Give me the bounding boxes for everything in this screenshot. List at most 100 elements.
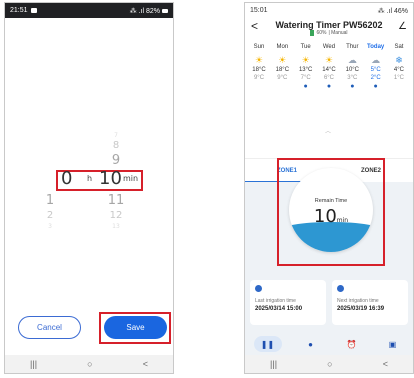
forecast-low: 1°C [393, 75, 404, 81]
minute-wheel[interactable]: 7 8 9 [101, 133, 131, 171]
forecast-day-name: Today [367, 44, 385, 50]
left-phone-screen: 21:51 ⁂ .ıl 82% 1 2 3 7 8 9 11 12 13 0 h… [4, 2, 174, 374]
home-button[interactable]: ○ [87, 359, 92, 369]
rain-drop-icon: ● [350, 83, 355, 90]
minute-wheel-lower[interactable]: 11 12 13 [101, 194, 131, 232]
last-irrigation-value: 2025/03/14 15:00 [255, 306, 303, 312]
hour-option[interactable] [35, 107, 65, 115]
action-bar: ❚❚ ● ⏰ ▣ [245, 332, 413, 356]
save-button[interactable]: Save [104, 316, 167, 339]
recent-apps-button[interactable]: ||| [270, 359, 277, 369]
no-rain [388, 83, 410, 92]
forecast-day-name: Tue [300, 44, 311, 50]
hour-option[interactable]: 1 [35, 194, 65, 211]
hour-wheel-lower[interactable]: 1 2 3 [35, 194, 65, 232]
back-button[interactable]: < [143, 359, 148, 369]
forecast-high: 5°C [370, 67, 381, 73]
sun-icon: ☀ [278, 55, 287, 65]
selected-duration-row: 0 h 10 min [57, 168, 143, 192]
irrigation-cards: Last irrigation time 2025/03/14 15:00 Ne… [250, 280, 408, 325]
forecast-day-name: Sat [394, 44, 404, 50]
minutes-unit-label: min [123, 174, 139, 183]
sun-icon: ☀ [254, 55, 264, 65]
forecast-low: 2°C [370, 75, 381, 81]
selected-minutes[interactable]: 10 [99, 168, 122, 189]
header-weather-panel: < Watering Timer PW56202 60% | Manual ∠ … [245, 18, 413, 158]
schedule-button[interactable]: ▣ [381, 336, 405, 352]
sun-icon: ☀ [324, 55, 334, 65]
forecast-low: 6°C [323, 75, 335, 81]
selected-hours[interactable]: 0 [61, 168, 72, 189]
pause-button[interactable]: ❚❚ [253, 336, 282, 352]
forecast-day: Wed ☀ 14°C 6°C ● [318, 44, 340, 92]
status-bar: 15:01 ⁂ .ıl 46% [245, 3, 413, 18]
remain-time-label: Remain Time [314, 198, 348, 204]
no-rain [248, 83, 270, 92]
last-irrigation-label: Last irrigation time [255, 298, 296, 304]
forecast-day-name: Wed [322, 44, 336, 50]
weather-forecast: Sun ☀ 18°C 9°C Mon ☀ 18°C 9°C Tue ☀ 13°C 7°C ● Wed ☀ 14… [245, 44, 413, 92]
mode-label: | Manual [328, 30, 348, 36]
battery-percent: 60% [316, 30, 327, 36]
remain-time-unit: min [336, 217, 349, 224]
system-nav-bar: ||| ○ < [5, 355, 173, 373]
rain-drop-icon: ● [326, 83, 332, 90]
rain-drop-icon: ● [303, 83, 308, 90]
system-nav-bar: ||| ○ < [245, 355, 413, 373]
chevron-up-icon[interactable]: ︿ [325, 126, 331, 135]
back-arrow-icon[interactable]: < [251, 19, 258, 33]
hour-option[interactable] [35, 115, 65, 128]
forecast-day: Mon ☀ 18°C 9°C [271, 44, 293, 92]
pause-icon: ❚❚ [260, 339, 275, 349]
status-bar: 21:51 ⁂ .ıl 82% [5, 3, 173, 18]
cloud-rain-icon: ☁ [371, 55, 381, 65]
remain-time-value: 10min [289, 206, 373, 227]
snowflake-icon: ❄ [395, 55, 403, 65]
edit-icon[interactable]: ∠ [398, 21, 407, 32]
status-indicators: ⁂ .ıl 46% [377, 7, 408, 15]
right-phone-screen: 15:01 ⁂ .ıl 46% < Watering Timer PW56202… [244, 2, 414, 374]
forecast-day: Thur ☁ 10°C 3°C ● [341, 44, 363, 92]
water-drop-icon: ● [308, 339, 313, 349]
remain-time-gauge: Remain Time 10min [289, 168, 373, 252]
status-indicators: ⁂ .ıl 82% [129, 7, 160, 15]
forecast-low: 9°C [277, 75, 288, 81]
minute-option[interactable]: 11 [101, 194, 131, 211]
forecast-day: Today ☁ 5°C 2°C ● [365, 44, 387, 92]
app-header: < Watering Timer PW56202 60% | Manual ∠ [245, 18, 413, 40]
hour-wheel[interactable] [35, 107, 65, 145]
water-drop-icon [337, 285, 344, 292]
hour-option[interactable]: 3 [35, 224, 65, 232]
forecast-low: 9°C [253, 75, 265, 81]
no-rain [271, 83, 293, 92]
forecast-high: 18°C [275, 67, 290, 73]
home-button[interactable]: ○ [327, 359, 332, 369]
forecast-low: 7°C [300, 75, 311, 81]
device-title: Watering Timer PW56202 [275, 20, 383, 30]
alarm-clock-icon: ⏰ [346, 339, 357, 349]
minute-option[interactable]: 13 [101, 224, 131, 232]
forecast-low: 3°C [347, 75, 358, 81]
forecast-day: Sun ☀ 18°C 9°C [248, 44, 270, 92]
forecast-high: 13°C [298, 67, 313, 73]
last-irrigation-card: Last irrigation time 2025/03/14 15:00 [250, 280, 326, 325]
forecast-day-name: Thur [346, 44, 359, 50]
next-irrigation-card: Next irrigation time 2025/03/19 16:39 [332, 280, 408, 325]
cancel-button[interactable]: Cancel [18, 316, 81, 339]
device-status: 60% | Manual [245, 30, 413, 36]
forecast-day: Sat ❄ 4°C 1°C [388, 44, 410, 92]
battery-icon [162, 8, 168, 13]
timer-button[interactable]: ⏰ [340, 336, 364, 352]
forecast-high: 10°C [345, 67, 360, 73]
battery-icon [310, 30, 315, 36]
recent-apps-button[interactable]: ||| [30, 359, 37, 369]
water-button[interactable]: ● [299, 336, 323, 352]
hour-option[interactable] [35, 128, 65, 145]
water-drop-icon [255, 285, 262, 292]
forecast-day-name: Sun [253, 44, 265, 50]
hours-unit-label: h [87, 174, 93, 183]
status-time: 15:01 [250, 7, 268, 14]
status-time: 21:51 [10, 7, 28, 14]
calendar-icon: ▣ [388, 339, 397, 349]
back-button[interactable]: < [383, 359, 388, 369]
